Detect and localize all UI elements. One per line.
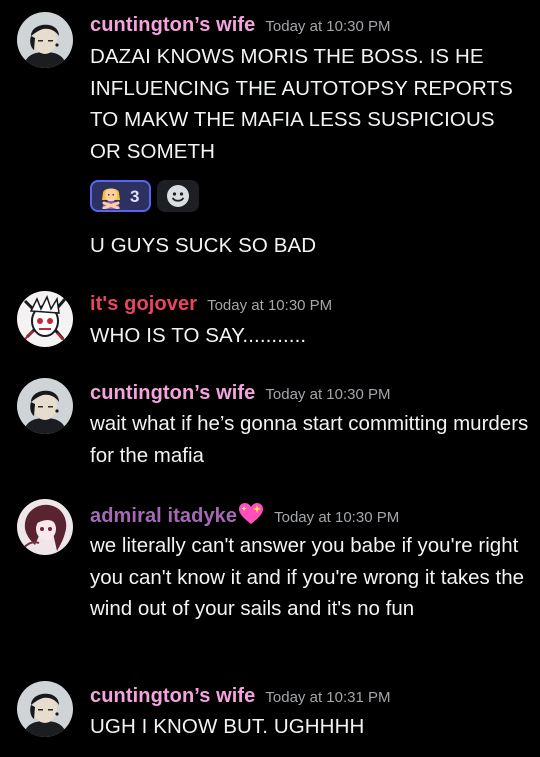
avatar[interactable] (17, 681, 73, 737)
add-reaction-button[interactable] (157, 180, 199, 212)
avatar[interactable] (17, 291, 73, 347)
reaction-button[interactable]: 3 (90, 180, 151, 212)
avatar[interactable] (17, 12, 73, 68)
avatar[interactable] (17, 378, 73, 434)
author-name[interactable]: cuntington’s wife (90, 14, 255, 36)
avatar-image (17, 291, 73, 347)
avatar[interactable] (17, 499, 73, 555)
timestamp: Today at 10:30 PM (265, 386, 391, 403)
person-gesturing-no-emoji (102, 188, 120, 209)
message-text: wait what if he’s gonna start committing… (90, 412, 529, 467)
avatar-image (17, 681, 73, 737)
avatar-image (17, 378, 73, 434)
message-text: U GUYS SUCK SO BAD (90, 234, 317, 257)
timestamp: Today at 10:30 PM (265, 18, 391, 35)
author-name[interactable]: admiral itadyke (90, 505, 237, 527)
sparkling-heart-icon (239, 503, 264, 524)
message-text: WHO IS TO SAY........... (90, 324, 307, 347)
author-name[interactable]: cuntington’s wife (90, 382, 255, 404)
message-text: UGH I KNOW BUT. UGHHHH (90, 715, 365, 738)
timestamp: Today at 10:30 PM (207, 297, 333, 314)
avatar-image (17, 499, 73, 555)
author-name[interactable]: cuntington’s wife (90, 685, 255, 707)
avatar-image (17, 12, 73, 68)
author-name[interactable]: it's gojover (90, 293, 197, 315)
message-text: we literally can't answer you babe if yo… (90, 534, 525, 620)
timestamp: Today at 10:31 PM (265, 689, 391, 706)
add-reaction-icon (167, 185, 189, 207)
reaction-count: 3 (130, 187, 140, 206)
timestamp: Today at 10:30 PM (274, 509, 400, 526)
message-text: DAZAI KNOWS MORIS THE BOSS. IS HE INFLUE… (90, 45, 513, 163)
